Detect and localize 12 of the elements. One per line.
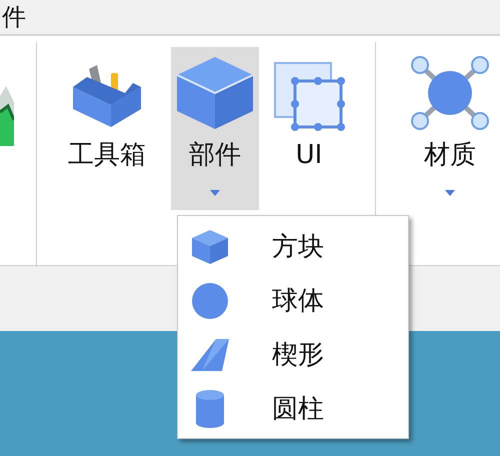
cube-icon bbox=[190, 229, 230, 265]
wedge-icon bbox=[190, 338, 230, 372]
menu-item[interactable]: 楔形 bbox=[178, 328, 408, 382]
tab-label[interactable]: 件 bbox=[2, 5, 26, 29]
ribbon-button[interactable]: 部件 bbox=[170, 47, 259, 210]
ribbon-button[interactable]: UI bbox=[272, 47, 345, 210]
ribbon-button[interactable]: 工具箱 bbox=[56, 47, 157, 210]
material-button[interactable]: 材质 bbox=[400, 47, 500, 210]
menu-item[interactable]: 圆柱 bbox=[178, 382, 408, 436]
cube-icon bbox=[174, 55, 255, 131]
sphere-icon bbox=[190, 282, 230, 320]
menu-item[interactable]: 方块 bbox=[178, 220, 408, 274]
